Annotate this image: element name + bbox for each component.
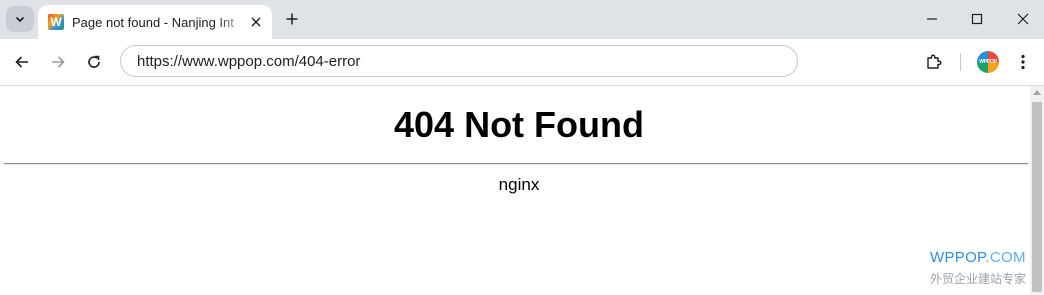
maximize-button[interactable]: [967, 9, 987, 29]
kebab-menu-icon: [1021, 54, 1025, 70]
close-icon: [1017, 13, 1029, 25]
back-button[interactable]: [11, 51, 33, 73]
reload-button[interactable]: [83, 51, 105, 73]
chevron-down-icon: [15, 16, 25, 23]
watermark-brand: WPPOP: [930, 249, 986, 266]
horizontal-rule: [4, 163, 1028, 165]
server-signature: nginx: [498, 175, 540, 194]
profile-avatar[interactable]: WPPOP: [977, 51, 999, 73]
tab-search-button[interactable]: [6, 6, 34, 32]
page-heading: 404 Not Found: [394, 104, 644, 145]
forward-button[interactable]: [47, 51, 69, 73]
browser-toolbar: https://www.wppop.com/404-error WPPOP: [0, 39, 1044, 86]
scrollbar-thumb[interactable]: [1032, 102, 1042, 292]
minimize-icon: [927, 18, 937, 20]
watermark-tagline: 外贸企业建站专家: [930, 272, 1027, 286]
avatar-label: WPPOP: [979, 59, 997, 65]
extensions-button[interactable]: [923, 51, 945, 73]
tab-strip: W Page not found - Nanjing Int: [0, 0, 1044, 39]
watermark-brand-suffix: .COM: [985, 249, 1026, 266]
site-favicon: W: [48, 14, 64, 30]
reload-icon: [88, 55, 100, 68]
url-text[interactable]: https://www.wppop.com/404-error: [137, 53, 360, 70]
tab-close-button[interactable]: [248, 14, 264, 30]
browser-menu-button[interactable]: [1012, 51, 1034, 73]
puzzle-icon: [927, 54, 942, 69]
arrow-left-icon: [15, 56, 28, 68]
arrow-right-icon: [52, 56, 65, 68]
watermark-logo: WPPOP.COM: [930, 249, 1026, 266]
plus-icon: [286, 13, 298, 25]
close-icon: [251, 17, 261, 27]
close-window-button[interactable]: [1013, 9, 1033, 29]
page-content: 404 Not Found nginx: [0, 86, 1030, 295]
address-bar[interactable]: https://www.wppop.com/404-error: [120, 45, 798, 77]
maximize-icon: [971, 13, 983, 25]
new-tab-button[interactable]: [282, 9, 302, 29]
scroll-up-arrow-icon[interactable]: [1033, 90, 1041, 95]
active-tab[interactable]: W Page not found - Nanjing Int: [38, 5, 272, 39]
tab-title: Page not found - Nanjing Int: [72, 14, 234, 30]
toolbar-divider: [960, 53, 961, 71]
minimize-button[interactable]: [922, 9, 942, 29]
